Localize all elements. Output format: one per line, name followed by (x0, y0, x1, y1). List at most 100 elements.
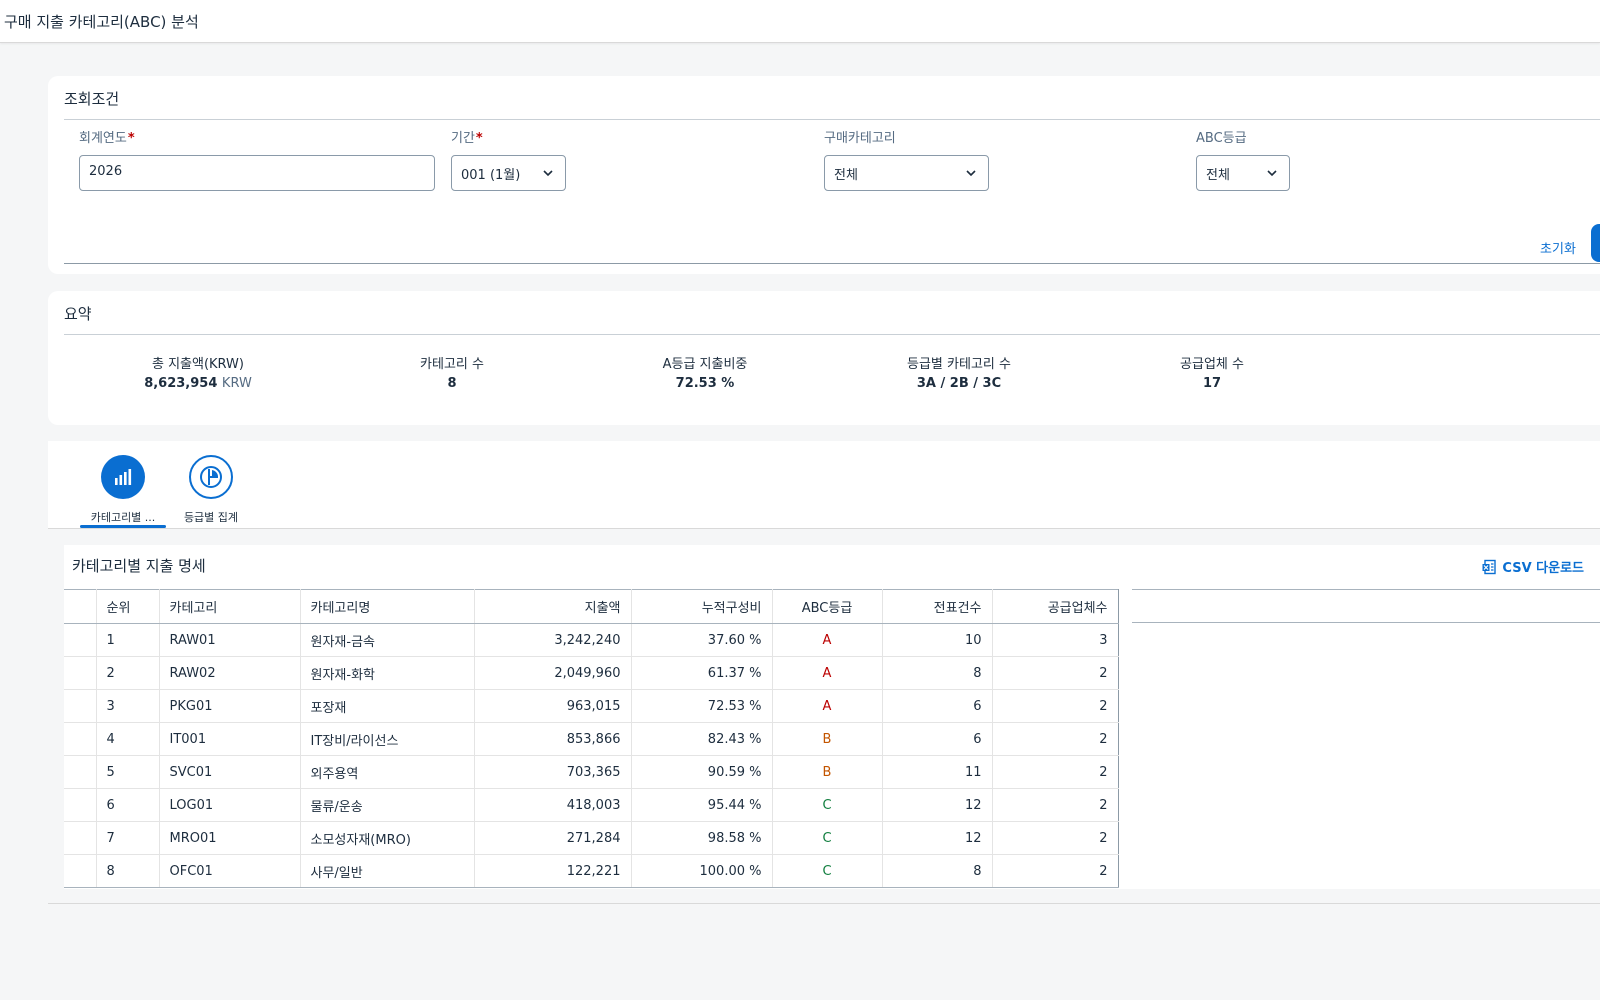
row-selector[interactable] (64, 854, 97, 888)
cell-category: PKG01 (159, 689, 301, 723)
cell-abc-grade: C (772, 854, 883, 888)
icon-tab-bar: 카테고리별 ... 등급별 집계 (48, 441, 1600, 529)
cell-category: RAW02 (159, 656, 301, 690)
active-tab-indicator (80, 525, 166, 528)
table-row[interactable]: 7 MRO01 소모성자재(MRO) 271,284 98.58 % C 12 2 (64, 821, 1119, 855)
col-header-abc-grade[interactable]: ABC등급 (772, 589, 883, 624)
cell-cumulative: 95.44 % (631, 788, 773, 822)
cell-cumulative: 72.53 % (631, 689, 773, 723)
table-row[interactable]: 3 PKG01 포장재 963,015 72.53 % A 6 2 (64, 689, 1119, 723)
period-select[interactable]: 001 (1월) (451, 155, 566, 191)
row-selector-header (64, 589, 97, 624)
category-select[interactable]: 전체 (824, 155, 989, 191)
cell-amount: 703,365 (474, 755, 632, 789)
cell-category-name: 원자재-화학 (300, 656, 475, 690)
col-header-doc-count[interactable]: 전표건수 (882, 589, 993, 624)
cell-abc-grade: C (772, 821, 883, 855)
cell-category: IT001 (159, 722, 301, 756)
cell-rank: 3 (96, 689, 160, 723)
divider (64, 263, 1600, 264)
reset-button[interactable]: 초기화 (1530, 229, 1586, 263)
abc-grade-select[interactable]: 전체 (1196, 155, 1290, 191)
cell-category-name: 원자재-금속 (300, 623, 475, 657)
col-header-cumulative[interactable]: 누적구성비 (631, 589, 773, 624)
cell-category-name: IT장비/라이선스 (300, 722, 475, 756)
summary-panel: 요약 총 지출액(KRW) 8,623,954 KRW 카테고리 수 8 A등급… (48, 291, 1600, 425)
cell-abc-grade: A (772, 656, 883, 690)
row-selector[interactable] (64, 623, 97, 657)
cell-abc-grade: B (772, 755, 883, 789)
cell-vendor-count: 2 (992, 755, 1119, 789)
chevron-down-icon (543, 170, 553, 177)
table-row[interactable]: 4 IT001 IT장비/라이선스 853,866 82.43 % B 6 2 (64, 722, 1119, 756)
cell-abc-grade: C (772, 788, 883, 822)
row-selector[interactable] (64, 821, 97, 855)
table-title: 카테고리별 지출 명세 (72, 557, 206, 575)
table-row[interactable]: 5 SVC01 외주용역 703,365 90.59 % B 11 2 (64, 755, 1119, 789)
row-selector[interactable] (64, 722, 97, 756)
required-marker: * (475, 131, 483, 146)
cell-amount: 271,284 (474, 821, 632, 855)
cell-rank: 1 (96, 623, 160, 657)
cell-amount: 418,003 (474, 788, 632, 822)
cell-amount: 2,049,960 (474, 656, 632, 690)
kpi-vendor-count: 공급업체 수 17 (1180, 357, 1244, 391)
cell-abc-grade: A (772, 623, 883, 657)
table-header-filler (1132, 589, 1600, 623)
col-header-category[interactable]: 카테고리 (159, 589, 301, 624)
cell-cumulative: 82.43 % (631, 722, 773, 756)
cell-cumulative: 37.60 % (631, 623, 773, 657)
cell-category: LOG01 (159, 788, 301, 822)
col-header-rank[interactable]: 순위 (96, 589, 160, 624)
cell-amount: 963,015 (474, 689, 632, 723)
col-header-amount[interactable]: 지출액 (474, 589, 632, 624)
tab-category[interactable]: 카테고리별 ... (80, 455, 166, 525)
row-selector[interactable] (64, 788, 97, 822)
csv-download-button[interactable]: CSV 다운로드 (1481, 557, 1584, 576)
cell-vendor-count: 2 (992, 689, 1119, 723)
bar-chart-icon (101, 455, 145, 499)
col-header-category-name[interactable]: 카테고리명 (300, 589, 475, 624)
cell-category-name: 사무/일반 (300, 854, 475, 888)
cell-amount: 3,242,240 (474, 623, 632, 657)
table-row[interactable]: 6 LOG01 물류/운송 418,003 95.44 % C 12 2 (64, 788, 1119, 822)
filter-panel-header: 조회조건 (64, 76, 1600, 120)
tab-grade-summary[interactable]: 등급별 집계 (168, 455, 254, 525)
cell-rank: 2 (96, 656, 160, 690)
row-selector[interactable] (64, 689, 97, 723)
summary-panel-title: 요약 (64, 305, 92, 323)
pie-chart-icon (189, 455, 233, 499)
required-marker: * (127, 131, 135, 146)
summary-panel-header: 요약 (64, 291, 1600, 335)
cell-doc-count: 12 (882, 788, 993, 822)
table-panel: 카테고리별 지출 명세 CSV 다운로드 순위 카테고리 카테고리명 지출액 누… (48, 545, 1600, 905)
table-header-row: 순위 카테고리 카테고리명 지출액 누적구성비 ABC등급 전표건수 공급업체수 (64, 589, 1119, 624)
cell-vendor-count: 3 (992, 623, 1119, 657)
app-title: 구매 지출 카테고리(ABC) 분석 (4, 13, 199, 31)
shell-bar: 구매 지출 카테고리(ABC) 분석 (0, 0, 1600, 43)
category-spend-table: 순위 카테고리 카테고리명 지출액 누적구성비 ABC등급 전표건수 공급업체수… (64, 589, 1119, 888)
cell-category: MRO01 (159, 821, 301, 855)
row-selector[interactable] (64, 755, 97, 789)
cell-amount: 853,866 (474, 722, 632, 756)
cell-doc-count: 12 (882, 821, 993, 855)
abc-grade-label: ABC등급 (1196, 131, 1247, 146)
col-header-vendor-count[interactable]: 공급업체수 (992, 589, 1119, 624)
cell-category-name: 포장재 (300, 689, 475, 723)
table-row[interactable]: 2 RAW02 원자재-화학 2,049,960 61.37 % A 8 2 (64, 656, 1119, 690)
cell-abc-grade: A (772, 689, 883, 723)
cell-category: OFC01 (159, 854, 301, 888)
cell-doc-count: 6 (882, 689, 993, 723)
cell-doc-count: 10 (882, 623, 993, 657)
go-button[interactable]: 조회 (1591, 224, 1600, 262)
table-row[interactable]: 8 OFC01 사무/일반 122,221 100.00 % C 8 2 (64, 854, 1119, 888)
fiscal-year-input[interactable]: 2026 (79, 155, 435, 191)
cell-abc-grade: B (772, 722, 883, 756)
cell-doc-count: 8 (882, 854, 993, 888)
cell-category: SVC01 (159, 755, 301, 789)
row-selector[interactable] (64, 656, 97, 690)
cell-cumulative: 100.00 % (631, 854, 773, 888)
divider (48, 903, 1600, 904)
filter-panel-title: 조회조건 (64, 90, 120, 108)
table-row[interactable]: 1 RAW01 원자재-금속 3,242,240 37.60 % A 10 3 (64, 623, 1119, 657)
